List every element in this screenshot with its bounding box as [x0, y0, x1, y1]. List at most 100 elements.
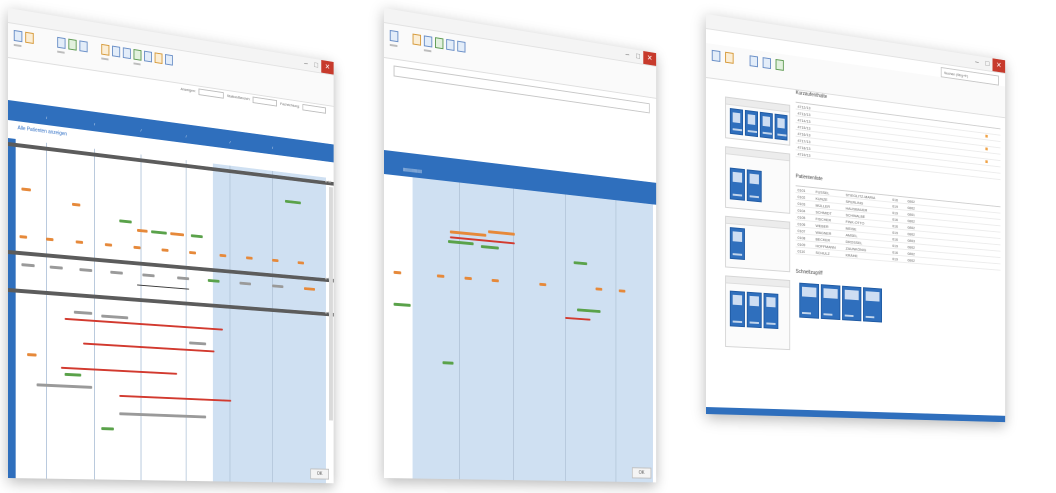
row-headers — [8, 138, 16, 479]
close-icon[interactable]: ✕ — [321, 59, 334, 75]
minimize-icon[interactable]: – — [301, 57, 311, 71]
maximize-icon[interactable]: □ — [311, 58, 321, 72]
show-all-link[interactable]: Alle Patienten anzeigen — [18, 125, 67, 137]
stay-bar[interactable] — [75, 240, 84, 244]
toolbar-button[interactable] — [101, 43, 110, 56]
maximize-icon[interactable]: □ — [633, 49, 644, 64]
stay-bar[interactable] — [45, 237, 54, 242]
toolbar-button[interactable] — [57, 36, 66, 49]
toolbar-button[interactable] — [122, 47, 131, 60]
dashboard-tile[interactable] — [746, 169, 762, 203]
dashboard-tile[interactable] — [729, 227, 745, 261]
toolbar-button[interactable] — [79, 40, 88, 53]
dashboard-tile[interactable] — [729, 107, 744, 136]
maximize-icon[interactable]: □ — [982, 57, 992, 71]
stay-bar[interactable] — [189, 341, 207, 346]
filter-select[interactable] — [302, 103, 326, 114]
stay-bar[interactable] — [177, 276, 190, 281]
stay-bar[interactable] — [19, 235, 28, 239]
toolbar-button[interactable] — [389, 29, 399, 43]
toolbar-button[interactable] — [762, 57, 771, 70]
dashboard-tile[interactable] — [774, 113, 788, 141]
toolbar-button[interactable] — [412, 33, 422, 46]
stay-bar[interactable] — [137, 228, 148, 233]
toolbar-button[interactable] — [435, 37, 444, 50]
stay-bar[interactable] — [104, 243, 113, 247]
quick-tile[interactable] — [820, 284, 841, 321]
toolbar-button[interactable] — [446, 38, 455, 51]
toolbar-button[interactable] — [154, 52, 163, 65]
quick-tile[interactable] — [799, 282, 820, 319]
stay-bar[interactable] — [393, 302, 411, 307]
stay-bar[interactable] — [72, 202, 81, 207]
ok-button[interactable]: OK — [631, 467, 652, 479]
ok-button[interactable]: OK — [310, 468, 330, 480]
toolbar-button[interactable] — [13, 29, 23, 43]
toolbar-button[interactable] — [25, 31, 34, 45]
stay-bar[interactable] — [272, 258, 279, 263]
stay-bar[interactable] — [79, 268, 93, 273]
toolbar-label — [133, 62, 141, 66]
stay-bar[interactable] — [170, 232, 185, 237]
stay-bar[interactable] — [442, 361, 454, 365]
stay-bar[interactable] — [110, 270, 123, 275]
filter-select[interactable] — [198, 88, 224, 99]
stay-bar[interactable] — [119, 219, 132, 224]
toolbar-button[interactable] — [133, 48, 142, 61]
stay-bar[interactable] — [64, 372, 82, 377]
toolbar-button[interactable] — [68, 38, 77, 51]
stay-bar[interactable] — [190, 234, 203, 239]
stay-bar[interactable] — [464, 276, 472, 281]
dashboard-tile[interactable] — [763, 292, 779, 330]
dashboard-tile[interactable] — [729, 290, 745, 328]
stay-bar[interactable] — [27, 353, 37, 357]
window-dashboard: – □ ✕ Suchen (Strg+F) Kurzaufenthalte 47… — [706, 14, 1006, 423]
stay-bar[interactable] — [161, 248, 169, 252]
toolbar-button[interactable] — [725, 51, 734, 64]
minimize-icon[interactable]: – — [972, 55, 982, 69]
toolbar-button[interactable] — [775, 58, 784, 71]
stay-bar[interactable] — [133, 245, 141, 250]
stay-bar[interactable] — [393, 270, 402, 275]
stay-bar[interactable] — [142, 273, 155, 278]
stay-bar[interactable] — [21, 187, 31, 192]
stay-bar[interactable] — [539, 282, 547, 287]
stay-bar[interactable] — [73, 310, 93, 315]
stay-bar[interactable] — [49, 265, 63, 270]
toolbar-button[interactable] — [144, 50, 152, 63]
stay-bar[interactable] — [246, 256, 253, 260]
stay-bar[interactable] — [595, 287, 603, 291]
close-icon[interactable]: ✕ — [992, 58, 1006, 73]
toolbar-button[interactable] — [749, 55, 758, 68]
dashboard-tile[interactable] — [729, 167, 745, 201]
stay-bar[interactable] — [219, 253, 227, 258]
stay-bar[interactable] — [207, 278, 220, 283]
toolbar-button[interactable] — [711, 49, 721, 63]
stay-bar[interactable] — [21, 263, 35, 268]
vertical-scrollbar[interactable] — [329, 186, 333, 421]
stay-bar[interactable] — [189, 251, 196, 255]
toolbar-button[interactable] — [423, 35, 433, 48]
stay-bar[interactable] — [151, 230, 167, 235]
toolbar-button[interactable] — [112, 45, 121, 58]
dashboard-tile[interactable] — [744, 109, 758, 138]
dashboard-tile[interactable] — [746, 291, 762, 329]
stay-bar[interactable] — [618, 289, 626, 293]
stay-bar[interactable] — [436, 274, 445, 278]
toolbar-button[interactable] — [457, 40, 466, 53]
close-icon[interactable]: ✕ — [643, 51, 657, 66]
filter-select[interactable] — [252, 96, 278, 107]
stay-bar[interactable] — [36, 383, 93, 389]
stay-bar[interactable] — [119, 412, 207, 419]
quick-tile[interactable] — [863, 287, 883, 323]
quick-tile[interactable] — [842, 285, 862, 322]
minimize-icon[interactable]: – — [622, 47, 633, 62]
filter-label: Fachrichtung: — [280, 101, 300, 109]
stay-bar[interactable] — [101, 314, 129, 320]
stay-bar[interactable] — [297, 261, 305, 265]
stay-bar[interactable] — [491, 278, 499, 283]
stay-bar[interactable] — [101, 427, 114, 431]
sidebar-group — [725, 96, 791, 146]
dashboard-tile[interactable] — [759, 111, 773, 139]
toolbar-button[interactable] — [165, 54, 173, 66]
